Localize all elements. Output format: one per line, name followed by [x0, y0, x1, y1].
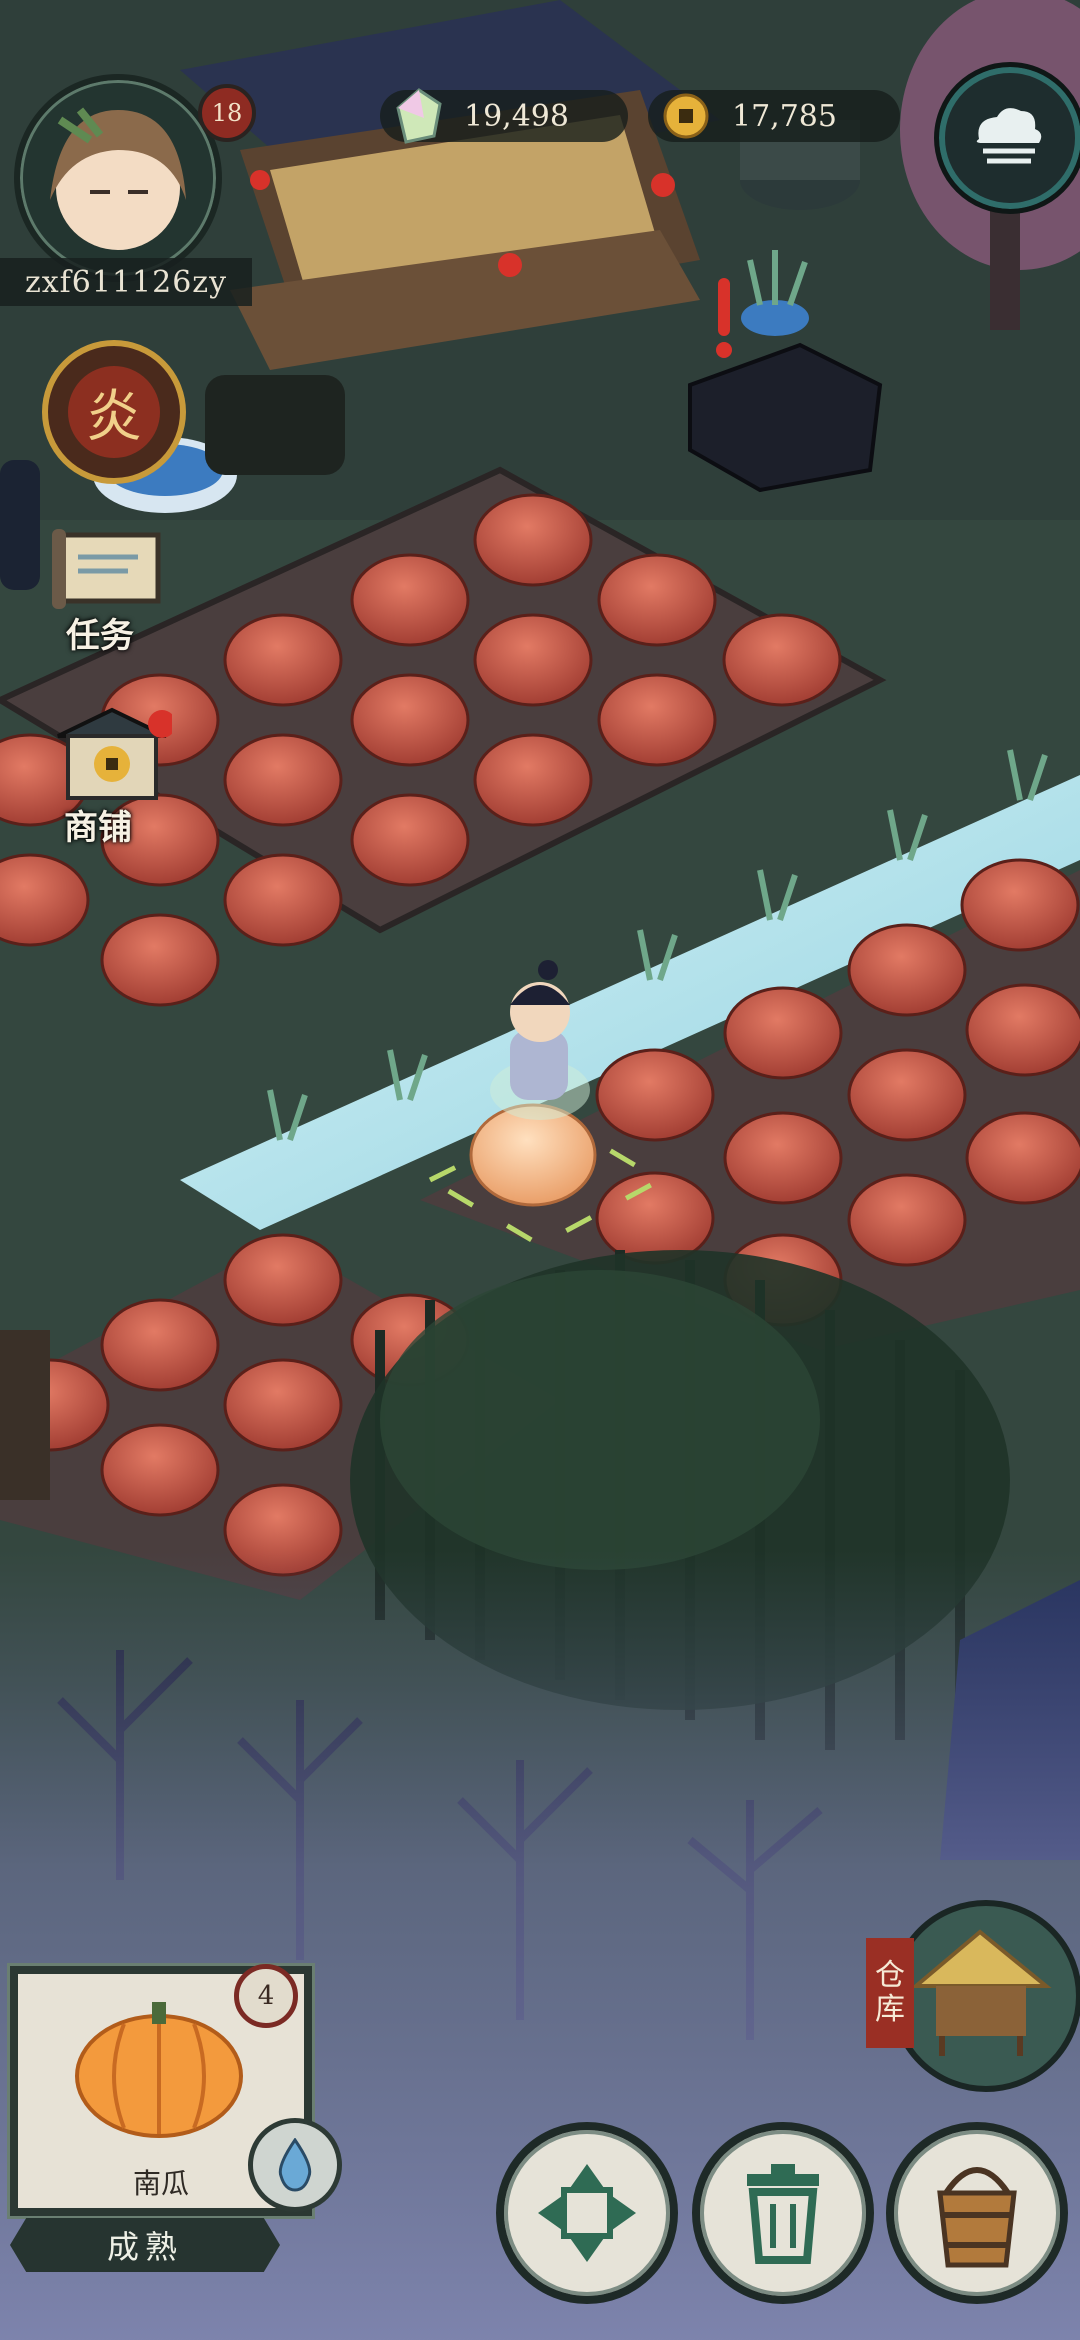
move-button[interactable] — [496, 2122, 678, 2304]
warehouse-button[interactable] — [890, 1900, 1080, 2092]
seed-count-badge: 4 — [234, 1964, 298, 2028]
level-badge: 18 — [198, 84, 256, 142]
hut-icon — [910, 1929, 1052, 2056]
event-glyph: 炎 — [68, 366, 160, 458]
warehouse-label[interactable]: 仓 库 — [866, 1938, 914, 2048]
bucket-icon — [937, 2167, 1017, 2268]
coin-amount: 17,785 — [732, 98, 837, 134]
warehouse-label-line2: 库 — [875, 1992, 905, 2027]
ripe-status-label: 成熟 — [10, 2218, 280, 2272]
water-drop-icon — [278, 2138, 312, 2192]
scroll-icon[interactable] — [48, 515, 168, 615]
bucket-button[interactable] — [886, 2122, 1068, 2304]
shop-icon[interactable] — [52, 706, 172, 806]
water-button[interactable] — [248, 2118, 342, 2212]
coin-counter[interactable]: 17,785 — [648, 90, 900, 142]
warehouse-label-line1: 仓 — [875, 1957, 905, 1993]
delete-button[interactable] — [692, 2122, 874, 2304]
shop-button-label[interactable]: 商铺 — [64, 800, 132, 849]
cloud-icon — [976, 108, 1042, 164]
move-arrows-icon — [538, 2164, 636, 2262]
trash-icon — [747, 2164, 819, 2264]
gem-amount: 19,498 — [464, 98, 569, 134]
avatar-icon — [50, 107, 186, 250]
gem-counter[interactable]: 19,498 — [380, 88, 628, 144]
player-avatar[interactable] — [14, 74, 222, 282]
weather-button[interactable] — [934, 62, 1080, 214]
chest-alert-icon — [718, 278, 730, 336]
gem-icon — [396, 88, 442, 144]
wandering-creature[interactable] — [0, 460, 40, 590]
shed — [0, 1330, 50, 1500]
coin-icon — [663, 93, 709, 139]
ripe-pumpkin[interactable] — [469, 1103, 597, 1207]
player-name: zxf611126zy — [0, 258, 252, 306]
pumpkin-seed-icon — [75, 2002, 243, 2138]
quest-button-label[interactable]: 任务 — [66, 608, 134, 657]
event-button[interactable]: 炎 — [42, 340, 186, 484]
firewood — [205, 375, 345, 475]
